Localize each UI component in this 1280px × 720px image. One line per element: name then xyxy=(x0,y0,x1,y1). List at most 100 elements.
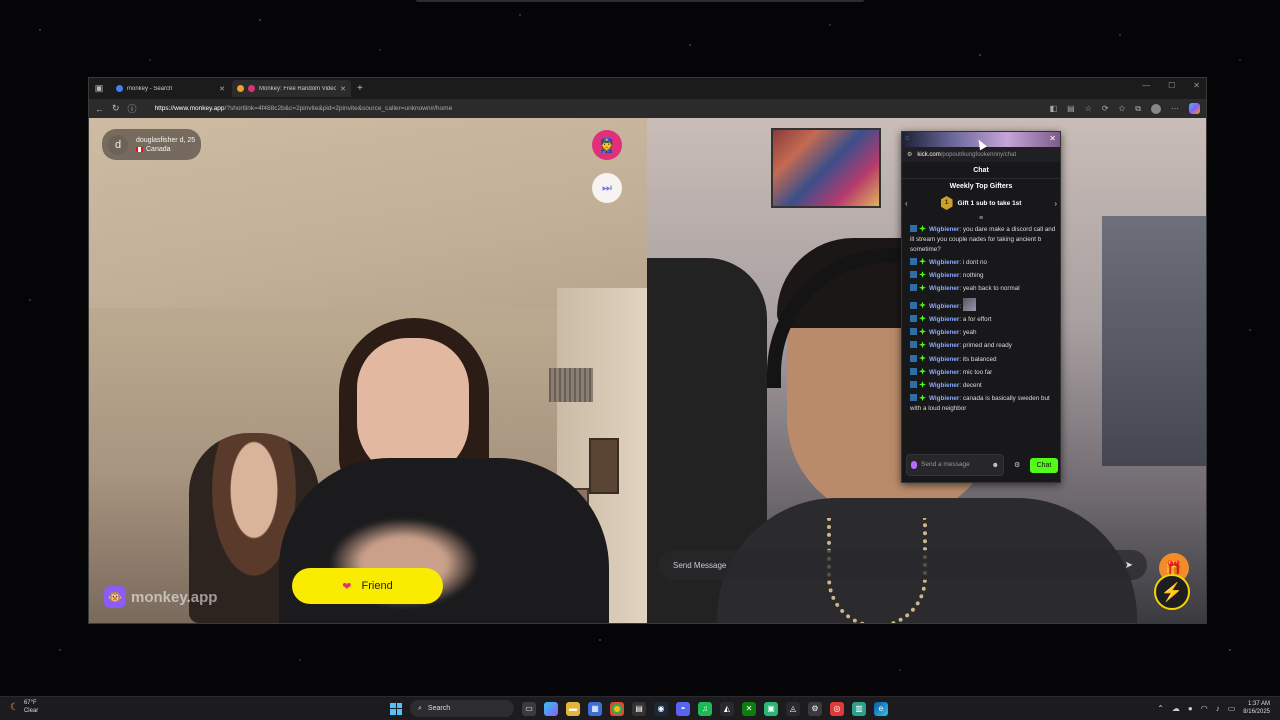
report-button[interactable]: 👮 xyxy=(592,130,622,160)
edge-icon[interactable]: e xyxy=(874,701,888,716)
chat-username[interactable]: Wigbiener xyxy=(929,356,959,363)
chat-message: Wigbiener: a for effort xyxy=(910,314,1056,325)
site-info-icon[interactable]: ⓘ xyxy=(128,102,137,115)
sound-icon[interactable] xyxy=(237,85,244,92)
xbox-icon[interactable]: ✕ xyxy=(742,701,756,716)
chat-text: : a for effort xyxy=(959,315,992,323)
boost-button[interactable]: ⚡ xyxy=(1154,574,1190,610)
send-arrow-icon[interactable]: ➤ xyxy=(1125,560,1133,571)
back-icon[interactable]: ← xyxy=(95,104,104,114)
badge-icon xyxy=(910,271,917,278)
chat-filter-icon[interactable]: ≡ xyxy=(902,212,1060,225)
chat-username[interactable]: Wigbiener xyxy=(929,259,959,266)
tab-title: Monkey: Free Random Video xyxy=(259,85,337,92)
gift-prompt: Gift 1 sub to take 1st xyxy=(957,199,1022,207)
verified-badge-icon xyxy=(919,328,926,335)
friend-button[interactable]: ❤ Friend xyxy=(292,568,443,604)
discord-icon[interactable]: ◓ xyxy=(676,701,690,716)
temperature: 67°F xyxy=(23,700,37,706)
wifi-icon[interactable]: ◠ xyxy=(1201,704,1208,713)
chat-username[interactable]: Wigbiener xyxy=(929,272,959,279)
task-view-icon[interactable]: ▭ xyxy=(522,701,536,716)
chat-username[interactable]: Wigbiener xyxy=(929,303,959,310)
app-icon[interactable]: ▣ xyxy=(764,701,778,716)
chat-username[interactable]: Wigbiener xyxy=(929,329,959,336)
settings-icon[interactable]: ⚙ xyxy=(808,701,822,716)
send-message-placeholder: Send Message xyxy=(673,560,727,570)
more-menu-icon[interactable]: ⋯ xyxy=(1171,104,1179,113)
favorites-icon[interactable]: ✩ xyxy=(1119,104,1126,113)
camera-icon[interactable]: ◧ xyxy=(1050,104,1058,113)
file-explorer-icon[interactable]: ▬ xyxy=(566,701,580,716)
chevron-up-icon[interactable]: ⌃ xyxy=(1157,704,1164,713)
emoji-icon[interactable]: ☻ xyxy=(992,462,999,469)
chat-username[interactable]: Wigbiener xyxy=(929,226,959,233)
close-tab-icon[interactable]: ✕ xyxy=(340,85,346,93)
popout-url-host: kick.com xyxy=(917,151,941,158)
chat-username[interactable]: Wigbiener xyxy=(929,316,959,323)
chat-send-button[interactable]: Chat xyxy=(1030,458,1058,473)
badge-icon xyxy=(910,301,917,309)
app-icon[interactable]: ▥ xyxy=(852,701,866,716)
tab-actions-icon[interactable]: ▣ xyxy=(89,78,109,99)
chat-message: Wigbiener: yeah xyxy=(910,328,1056,338)
spotify-icon[interactable]: ♫ xyxy=(698,701,712,716)
app-icon[interactable]: ◬ xyxy=(786,701,800,716)
chat-username[interactable]: Wigbiener xyxy=(929,395,959,402)
chat-input-placeholder: Send a message xyxy=(921,461,970,469)
minimize-icon[interactable]: — xyxy=(1142,81,1150,90)
app-icon[interactable]: ▤ xyxy=(632,701,646,716)
copilot-app-icon[interactable] xyxy=(544,701,558,716)
send-message-input[interactable]: Send Message ➤ xyxy=(659,550,1147,580)
url-host: https://www.monkey.app xyxy=(154,105,225,112)
maximize-icon[interactable]: ☐ xyxy=(1168,81,1175,90)
lightning-icon: ⚡ xyxy=(1160,581,1184,602)
chat-username[interactable]: Wigbiener xyxy=(929,342,959,349)
taskbar-search[interactable]: ⌕ Search xyxy=(410,700,514,717)
chat-username[interactable]: Wigbiener xyxy=(929,285,959,292)
volume-icon[interactable]: ♪ xyxy=(1216,704,1220,713)
windows-start-icon[interactable] xyxy=(390,702,402,715)
top-screen-bar xyxy=(416,0,864,2)
refresh-icon[interactable]: ↻ xyxy=(112,103,120,114)
app-icon[interactable]: ◭ xyxy=(720,701,734,716)
url-field[interactable]: https://www.monkey.app/?shortlink=4f488c… xyxy=(155,105,1042,112)
chat-message-input[interactable]: Send a message ☻ xyxy=(906,454,1004,476)
chrome-icon[interactable] xyxy=(610,701,624,716)
reader-icon[interactable]: ▤ xyxy=(1067,104,1075,113)
clock[interactable]: 1:37 AM 8/16/2025 xyxy=(1243,700,1270,716)
chat-text: : i dont no xyxy=(959,258,988,266)
partner-info-chip[interactable]: d douglasfisher d, 25 Canada xyxy=(102,129,201,160)
new-tab-button[interactable]: + xyxy=(357,83,363,94)
chat-text: : decent xyxy=(959,382,982,389)
tab-monkey-video[interactable]: Monkey: Free Random Video ✕ xyxy=(232,80,351,97)
store-icon[interactable]: ▦ xyxy=(588,701,602,716)
weather-widget[interactable]: ☾ 67°F Clear xyxy=(10,700,38,716)
collections-icon[interactable]: ⧉ xyxy=(1135,104,1141,114)
chat-username[interactable]: Wigbiener xyxy=(929,369,959,376)
chevron-left-icon[interactable]: ‹ xyxy=(905,199,908,208)
close-window-icon[interactable]: ✕ xyxy=(1193,81,1200,90)
date-label: 8/16/2025 xyxy=(1243,709,1270,716)
battery-icon[interactable]: ▭ xyxy=(1228,704,1236,713)
taskbar-apps: ⌕ Search ▭ ▬ ▦ ▤ ◉ ◓ ♫ ◭ ✕ ▣ ◬ ⚙ ◎ ▥ e xyxy=(390,700,888,717)
extensions-icon[interactable]: ⟳ xyxy=(1102,104,1109,113)
app-icon[interactable]: ◎ xyxy=(830,701,844,716)
mic-icon[interactable] xyxy=(911,461,917,469)
chat-settings-icon[interactable]: ⚙ xyxy=(1014,461,1020,469)
chevron-right-icon[interactable]: › xyxy=(1054,199,1057,208)
close-tab-icon[interactable]: ✕ xyxy=(219,85,225,93)
chat-username[interactable]: Wigbiener xyxy=(929,382,959,389)
close-popout-icon[interactable]: ✕ xyxy=(1049,134,1056,143)
steam-icon[interactable]: ◉ xyxy=(654,701,668,716)
skip-button[interactable]: ⏭ xyxy=(592,173,622,203)
site-settings-icon[interactable]: ⚙ xyxy=(907,151,912,158)
tab-monkey-search[interactable]: monkey - Search ✕ xyxy=(111,80,230,97)
verified-badge-icon xyxy=(919,381,926,388)
chat-text: : mic too far xyxy=(959,368,993,376)
cloud-icon[interactable]: ☁ xyxy=(1172,704,1180,713)
favorite-star-icon[interactable]: ☆ xyxy=(1085,104,1092,113)
copilot-icon[interactable] xyxy=(1189,103,1200,114)
microphone-icon[interactable]: ● xyxy=(1188,704,1193,713)
profile-avatar[interactable] xyxy=(1151,103,1161,114)
